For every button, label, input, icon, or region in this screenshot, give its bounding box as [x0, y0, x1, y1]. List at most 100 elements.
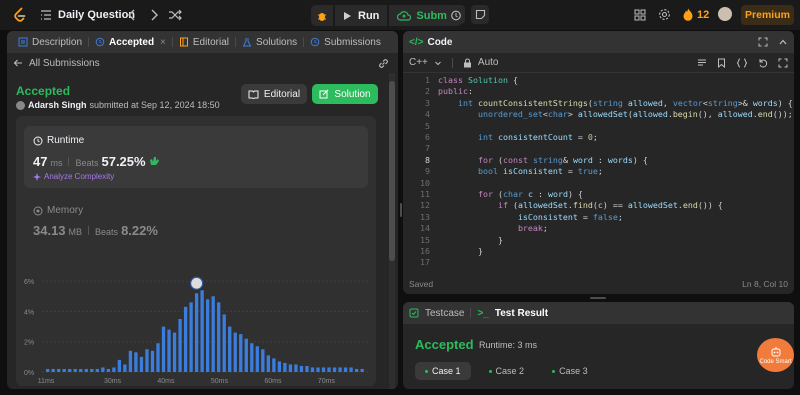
code-line[interactable]: 6 int consistentCount = 0;: [403, 132, 794, 143]
distribution-bar[interactable]: [128, 350, 133, 372]
distribution-bar[interactable]: [349, 367, 353, 372]
user-position-marker[interactable]: [190, 276, 204, 290]
code-line[interactable]: 7: [403, 143, 794, 154]
distribution-bar[interactable]: [250, 343, 254, 372]
distribution-bar[interactable]: [95, 368, 99, 372]
memory-header[interactable]: Memory: [33, 205, 83, 216]
distribution-bar[interactable]: [316, 367, 320, 372]
expand-icon[interactable]: [778, 58, 788, 68]
code-line[interactable]: 3 int countConsistentStrings(string allo…: [403, 98, 794, 109]
link-icon[interactable]: [378, 58, 389, 69]
mode-label[interactable]: Auto: [478, 57, 499, 68]
distribution-bar[interactable]: [161, 326, 166, 372]
chevron-up-icon[interactable]: [778, 37, 788, 47]
distribution-bar[interactable]: [194, 293, 199, 372]
distribution-bar[interactable]: [360, 368, 364, 372]
distribution-bar[interactable]: [294, 364, 298, 372]
tab-test-result[interactable]: Test Result: [495, 308, 548, 319]
distribution-bar[interactable]: [299, 365, 304, 372]
case-tab-3[interactable]: Case 3: [542, 362, 598, 380]
distribution-bar[interactable]: [206, 299, 210, 372]
close-icon[interactable]: ×: [160, 37, 166, 48]
code-line[interactable]: 14 break;: [403, 223, 794, 234]
distribution-bar[interactable]: [156, 343, 160, 372]
distribution-bar[interactable]: [79, 368, 83, 372]
distribution-bar[interactable]: [200, 290, 204, 372]
code-line[interactable]: 5: [403, 121, 794, 132]
distribution-bar[interactable]: [338, 367, 342, 372]
case-tab-2[interactable]: Case 2: [479, 362, 535, 380]
analyze-complexity-link[interactable]: Analyze Complexity: [33, 172, 114, 181]
code-line[interactable]: 16 }: [403, 246, 794, 257]
chevron-left-icon[interactable]: [126, 8, 138, 22]
runtime-distribution-chart[interactable]: 0% 2% 4% 6% 11ms 30ms 40ms 50ms 60ms 70ms: [16, 256, 376, 386]
problem-list-icon[interactable]: [40, 9, 52, 21]
distribution-bar[interactable]: [172, 332, 177, 372]
all-submissions-link[interactable]: All Submissions: [29, 58, 100, 69]
distribution-bar[interactable]: [46, 368, 50, 372]
horizontal-resize-handle[interactable]: [403, 296, 794, 300]
distribution-bar[interactable]: [277, 361, 282, 372]
distribution-bar[interactable]: [305, 365, 309, 372]
code-line[interactable]: 1 class Solution {: [403, 75, 794, 86]
distribution-bar[interactable]: [332, 367, 337, 372]
distribution-bar[interactable]: [321, 367, 326, 372]
run-button[interactable]: Run: [335, 5, 388, 26]
distribution-bar[interactable]: [90, 368, 94, 372]
user-avatar[interactable]: [718, 7, 732, 21]
solution-button[interactable]: Solution: [312, 84, 378, 104]
code-line[interactable]: 11 for (char c : word) {: [403, 189, 794, 200]
runtime-box[interactable]: Runtime 47 ms Beats 57.25% Analyze Compl…: [24, 126, 368, 188]
distribution-bar[interactable]: [233, 332, 237, 372]
distribution-bar[interactable]: [211, 296, 215, 372]
format-align-icon[interactable]: [697, 58, 707, 68]
code-line[interactable]: 4 unordered_set<char> allowedSet(allowed…: [403, 109, 794, 120]
braces-icon[interactable]: [736, 58, 748, 68]
distribution-bar[interactable]: [123, 364, 127, 372]
submitter-name[interactable]: Adarsh Singh: [28, 100, 87, 110]
distribution-bar[interactable]: [283, 362, 287, 372]
gear-icon[interactable]: [658, 8, 671, 21]
tab-editorial[interactable]: Editorial: [173, 31, 235, 53]
distribution-bar[interactable]: [228, 326, 232, 372]
shuffle-icon[interactable]: [168, 8, 182, 22]
timer-button[interactable]: [447, 5, 465, 24]
code-line[interactable]: 9 bool isConsistent = true;: [403, 166, 794, 177]
fullscreen-icon[interactable]: [758, 37, 768, 47]
distribution-bar[interactable]: [101, 367, 105, 372]
left-scrollbar[interactable]: [389, 73, 395, 389]
chevron-right-icon[interactable]: [148, 8, 160, 22]
code-line[interactable]: 15 }: [403, 235, 794, 246]
distribution-bar[interactable]: [62, 368, 66, 372]
tab-accepted[interactable]: Accepted ×: [89, 31, 172, 53]
code-line[interactable]: 12 if (allowedSet.find(c) == allowedSet.…: [403, 200, 794, 211]
chevron-down-icon[interactable]: [434, 59, 442, 67]
tab-submissions[interactable]: Submissions: [304, 31, 387, 53]
code-editor[interactable]: 1 class Solution {2 public: 3 int countCons…: [403, 75, 794, 271]
distribution-bar[interactable]: [134, 352, 138, 372]
distribution-bar[interactable]: [189, 302, 193, 372]
distribution-bar[interactable]: [112, 367, 116, 372]
tab-solutions[interactable]: Solutions: [236, 31, 303, 53]
debug-button[interactable]: [311, 5, 333, 26]
code-line[interactable]: 8 for (const string& word : words) {: [403, 155, 794, 166]
distribution-bar[interactable]: [272, 358, 276, 372]
distribution-bar[interactable]: [145, 349, 149, 372]
distribution-bar[interactable]: [167, 329, 171, 372]
distribution-bar[interactable]: [222, 314, 226, 372]
code-line[interactable]: 13 isConsistent = false;: [403, 212, 794, 223]
distribution-bar[interactable]: [84, 368, 88, 372]
arrow-left-icon[interactable]: [13, 58, 23, 68]
distribution-bar[interactable]: [106, 368, 110, 372]
layout-grid-icon[interactable]: [634, 9, 646, 21]
tab-description[interactable]: Description: [12, 31, 88, 53]
distribution-bar[interactable]: [288, 364, 293, 372]
distribution-bar[interactable]: [266, 355, 270, 372]
case-tab-1[interactable]: Case 1: [415, 362, 471, 380]
language-select[interactable]: C++: [409, 57, 428, 68]
distribution-bar[interactable]: [117, 359, 122, 372]
reset-icon[interactable]: [758, 58, 768, 68]
streak-counter[interactable]: 12: [683, 8, 709, 21]
distribution-bar[interactable]: [178, 319, 182, 372]
tab-testcase[interactable]: Testcase: [425, 308, 464, 319]
